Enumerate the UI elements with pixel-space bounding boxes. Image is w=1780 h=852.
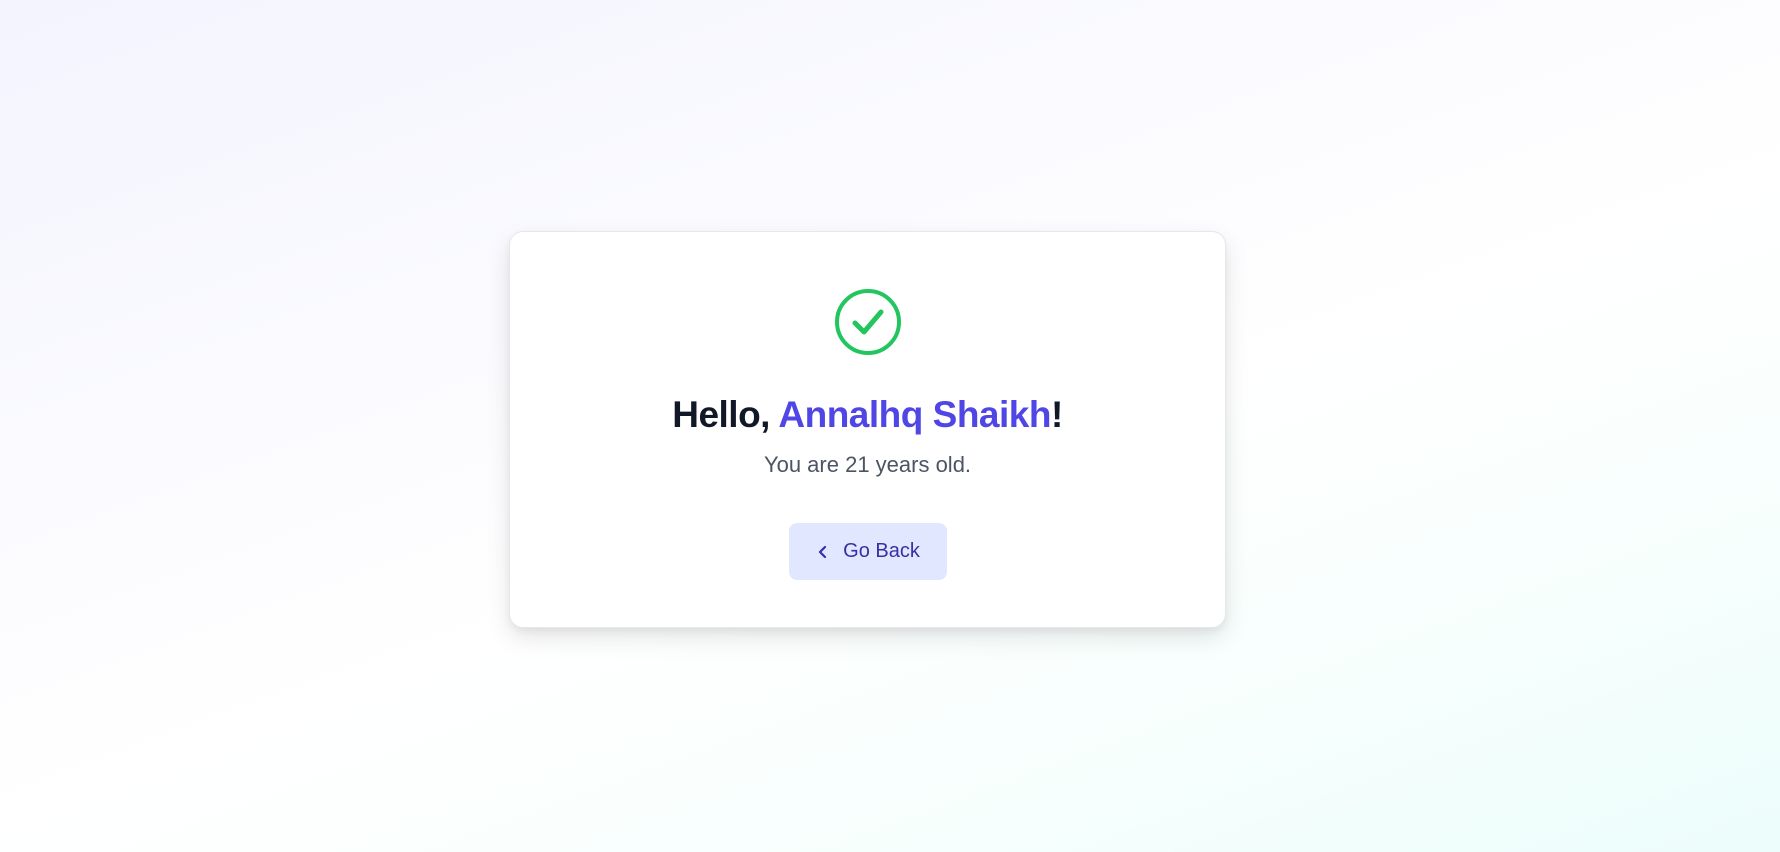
greeting-suffix: ! bbox=[1050, 394, 1063, 435]
user-name: Annalhq Shaikh bbox=[778, 394, 1051, 435]
go-back-button[interactable]: Go Back bbox=[788, 523, 947, 580]
greeting-prefix: Hello, bbox=[672, 394, 779, 435]
go-back-label: Go Back bbox=[843, 540, 920, 562]
greeting-card: Hello, Annalhq Shaikh! You are 21 years … bbox=[509, 231, 1226, 628]
chevron-left-icon bbox=[815, 544, 831, 560]
age-message: You are 21 years old. bbox=[763, 452, 972, 477]
check-circle-icon bbox=[834, 288, 902, 356]
greeting-heading: Hello, Annalhq Shaikh! bbox=[510, 391, 1225, 439]
